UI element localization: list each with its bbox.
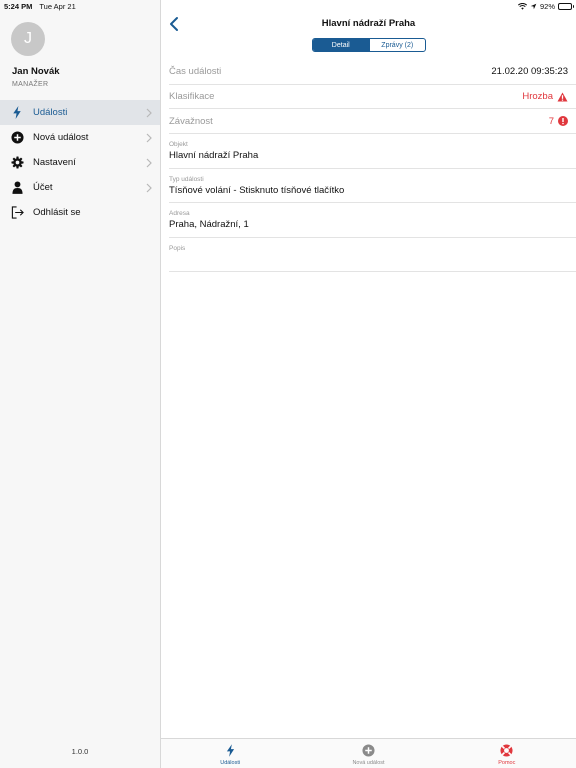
- status-time: 5:24 PM: [4, 1, 33, 11]
- tab-bar-label: Nová událost: [352, 760, 385, 766]
- detail-label: Závažnost: [169, 115, 213, 127]
- sidebar-item-account[interactable]: Účet: [0, 175, 160, 200]
- detail-value: Hrozba: [522, 91, 568, 102]
- tab-messages[interactable]: Zprávy (2): [368, 39, 426, 51]
- detail-row-classification: Klasifikace Hrozba: [169, 85, 576, 110]
- logout-icon: [10, 206, 24, 220]
- detail-row-object: Objekt Hlavní nádraží Praha: [169, 134, 576, 169]
- detail-row-time: Čas události 21.02.20 09:35:23: [169, 60, 576, 85]
- tab-detail[interactable]: Detail: [313, 39, 369, 51]
- person-icon: [10, 181, 24, 195]
- main-panel: Hlavní nádraží Praha Detail Zprávy (2) Č…: [161, 0, 576, 768]
- detail-value: 7: [549, 116, 568, 127]
- user-name: Jan Novák: [12, 66, 60, 77]
- detail-value: 21.02.20 09:35:23: [491, 66, 568, 77]
- detail-label: Typ události: [169, 175, 204, 183]
- sidebar-item-logout[interactable]: Odhlásit se: [0, 200, 160, 225]
- classification-value: Hrozba: [522, 91, 553, 103]
- gear-icon: [10, 156, 24, 170]
- tab-bar-events[interactable]: Události: [161, 739, 299, 768]
- tab-bar-label: Události: [220, 760, 241, 766]
- wifi-icon: [517, 2, 527, 10]
- detail-label: Klasifikace: [169, 91, 215, 103]
- sidebar-item-new-event[interactable]: Nová událost: [0, 125, 160, 150]
- segmented-control: Detail Zprávy (2): [312, 38, 426, 52]
- sidebar-item-events[interactable]: Události: [0, 100, 160, 125]
- sidebar-item-label: Účet: [33, 182, 53, 193]
- avatar[interactable]: J: [11, 22, 45, 56]
- tab-bar: Události Nová událost Pomoc: [161, 738, 576, 768]
- app-version: 1.0.0: [71, 747, 89, 756]
- detail-row-severity: Závažnost 7: [169, 109, 576, 135]
- sidebar: J Jan Novák MANAŽER Události Nová událos…: [0, 0, 161, 768]
- battery-percent: 92%: [539, 1, 555, 11]
- detail-value: Tísňové volání - Stisknuto tísňové tlačí…: [169, 184, 345, 196]
- event-time-value: 21.02.20 09:35:23: [491, 66, 568, 78]
- lifebuoy-icon: [500, 743, 514, 757]
- sidebar-menu: Události Nová událost Nastavení Účet Odh…: [0, 100, 160, 225]
- tab-bar-new-event[interactable]: Nová událost: [299, 739, 437, 768]
- severity-value: 7: [548, 115, 554, 127]
- location-arrow-icon: [530, 3, 537, 9]
- detail-row-type: Typ události Tísňové volání - Stisknuto …: [169, 169, 576, 204]
- tab-bar-help[interactable]: Pomoc: [438, 739, 576, 768]
- chevron-right-icon: [146, 158, 152, 167]
- detail-label: Objekt: [169, 141, 188, 149]
- status-date: Tue Apr 21: [39, 1, 76, 11]
- detail-label: Popis: [169, 244, 186, 252]
- alert-circle-icon: [558, 116, 568, 127]
- detail-label: Čas události: [169, 66, 222, 78]
- bolt-icon: [10, 106, 24, 120]
- battery-icon: [558, 2, 574, 10]
- warning-triangle-icon: [557, 91, 568, 102]
- chevron-right-icon: [146, 108, 152, 117]
- sidebar-item-label: Události: [33, 107, 68, 118]
- chevron-right-icon: [146, 183, 152, 192]
- chevron-right-icon: [146, 133, 152, 142]
- sidebar-item-settings[interactable]: Nastavení: [0, 150, 160, 175]
- sidebar-item-label: Nastavení: [33, 157, 76, 168]
- status-right: 92%: [517, 1, 574, 11]
- plus-circle-icon: [10, 131, 24, 145]
- user-role: MANAŽER: [12, 81, 49, 88]
- sidebar-item-label: Nová událost: [33, 132, 89, 143]
- sidebar-item-label: Odhlásit se: [33, 207, 81, 218]
- bolt-icon: [223, 743, 237, 757]
- detail-value: Hlavní nádraží Praha: [169, 150, 259, 162]
- page-title: Hlavní nádraží Praha: [321, 18, 416, 29]
- status-bar: 5:24 PM Tue Apr 21 92%: [0, 0, 576, 12]
- detail-label: Adresa: [169, 210, 190, 218]
- detail-row-address: Adresa Praha, Nádražní, 1: [169, 203, 576, 238]
- detail-value: Praha, Nádražní, 1: [169, 219, 249, 231]
- tab-bar-label: Pomoc: [498, 760, 516, 766]
- plus-circle-icon: [361, 743, 375, 757]
- detail-row-description: Popis: [169, 238, 576, 273]
- detail-list: Čas události 21.02.20 09:35:23 Klasifika…: [169, 60, 576, 273]
